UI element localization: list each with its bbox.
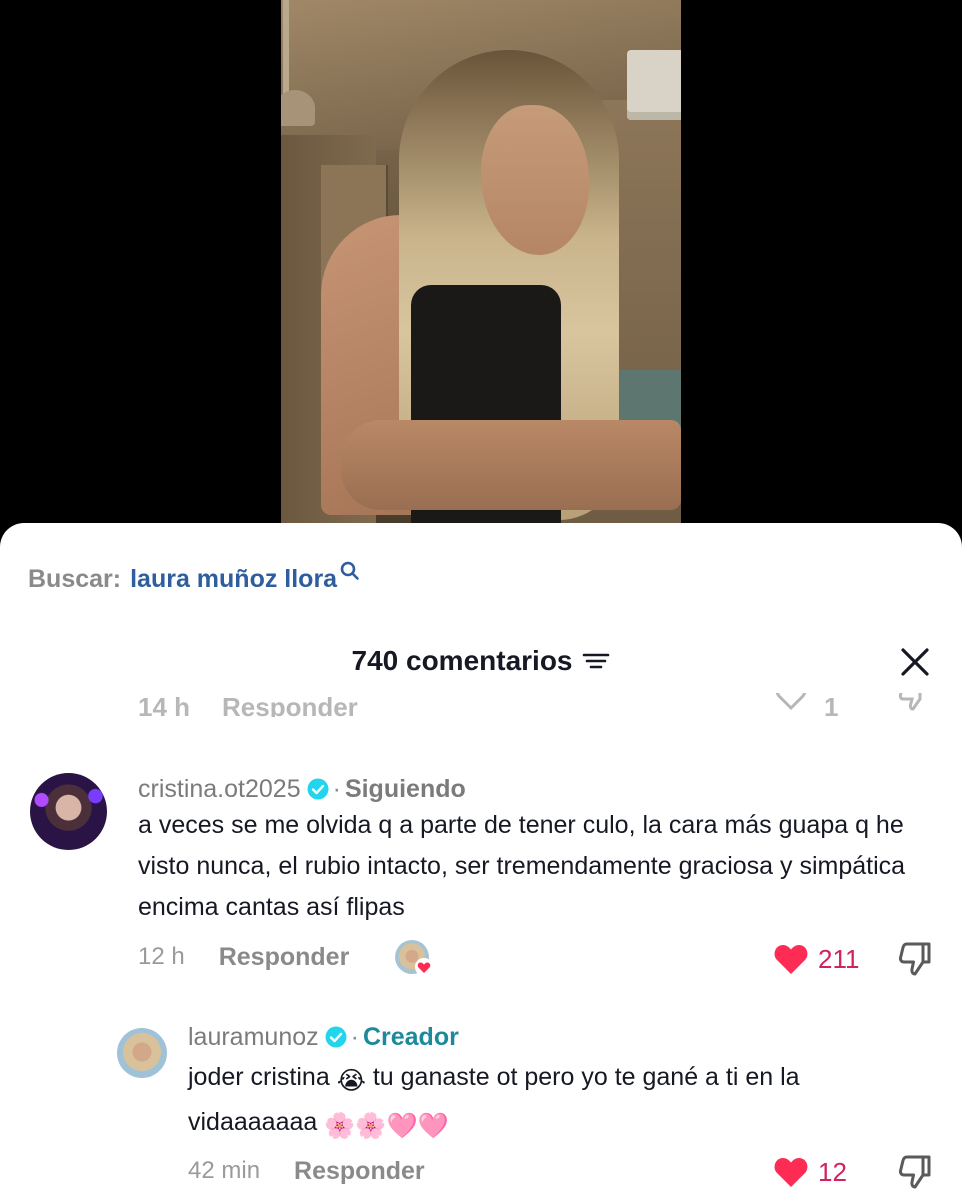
comment-meta: 42 min Responder: [188, 1151, 425, 1191]
comment-username[interactable]: cristina.ot2025: [138, 775, 301, 804]
video-scene-air-conditioner: [627, 50, 681, 120]
like-button[interactable]: 12: [772, 1152, 847, 1192]
dislike-icon[interactable]: [896, 1153, 934, 1191]
search-prefix: Buscar:: [28, 564, 122, 593]
reply-comment-item: lauramunoz · Creador joder cristina 😭 tu…: [0, 1021, 962, 1200]
verified-badge-icon: [307, 778, 329, 800]
creator-liked-avatar: [395, 940, 434, 976]
search-suggestion[interactable]: Buscar: laura muñoz llora: [28, 561, 361, 597]
dislike-icon[interactable]: [896, 693, 930, 713]
search-icon[interactable]: [339, 560, 361, 582]
reply-button[interactable]: Responder: [294, 1157, 425, 1186]
heart-filled-icon[interactable]: [772, 1155, 810, 1189]
video-scene-person-arm: [341, 420, 681, 510]
like-button[interactable]: 211: [772, 939, 859, 979]
video-player[interactable]: [0, 0, 962, 545]
comment-text: joder cristina 😭 tu ganaste ot pero yo t…: [188, 1057, 928, 1147]
comments-count-title: 740 comentarios: [351, 645, 573, 676]
close-button[interactable]: [896, 643, 934, 681]
previous-comment-time: 14 h: [138, 693, 191, 717]
creator-badge: Creador: [362, 1022, 459, 1051]
comments-sheet: Buscar: laura muñoz llora 740 comentario…: [0, 523, 962, 1200]
comment-author-line: cristina.ot2025 · Siguiendo: [138, 773, 466, 805]
previous-comment-meta-cropped: 14 h Responder 1: [0, 693, 962, 717]
heart-outline-icon[interactable]: [774, 693, 808, 713]
following-label: Siguiendo: [344, 774, 466, 803]
comment-username[interactable]: lauramunoz: [188, 1023, 319, 1052]
flower-heart-emojis-icon: 🌸🌸🩷🩷: [324, 1112, 449, 1140]
heart-filled-icon[interactable]: [772, 942, 810, 976]
search-query-link[interactable]: laura muñoz llora: [130, 565, 337, 594]
reply-button[interactable]: Responder: [219, 943, 350, 972]
sort-filter-icon[interactable]: [581, 649, 611, 673]
separator-dot: ·: [350, 1022, 359, 1051]
comment-text-part: joder cristina: [188, 1063, 330, 1091]
comment-time: 12 h: [138, 943, 185, 970]
loudly-crying-emoji-icon: 😭: [336, 1067, 366, 1095]
previous-comment-likes: 1: [824, 693, 839, 717]
comments-header: 740 comentarios: [0, 641, 962, 681]
like-count: 211: [818, 943, 860, 974]
comment-time: 42 min: [188, 1157, 261, 1184]
verified-badge-icon: [325, 1026, 347, 1048]
heart-icon: [415, 958, 434, 976]
video-scene-lamp: [283, 0, 289, 95]
comment-item: cristina.ot2025 · Siguiendo a veces se m…: [0, 773, 962, 983]
previous-comment-reply[interactable]: Responder: [222, 694, 358, 717]
video-frame[interactable]: [281, 0, 681, 523]
avatar[interactable]: [117, 1028, 167, 1078]
comment-text: a veces se me olvida q a parte de tener …: [138, 811, 906, 921]
comment-author-line: lauramunoz · Creador: [188, 1021, 459, 1053]
dislike-icon[interactable]: [896, 940, 934, 978]
like-count: 12: [818, 1156, 847, 1187]
video-scene-lamp-shade: [281, 90, 315, 126]
comment-meta: 12 h Responder: [138, 937, 434, 977]
separator-dot: ·: [332, 774, 341, 803]
avatar[interactable]: [30, 773, 107, 850]
